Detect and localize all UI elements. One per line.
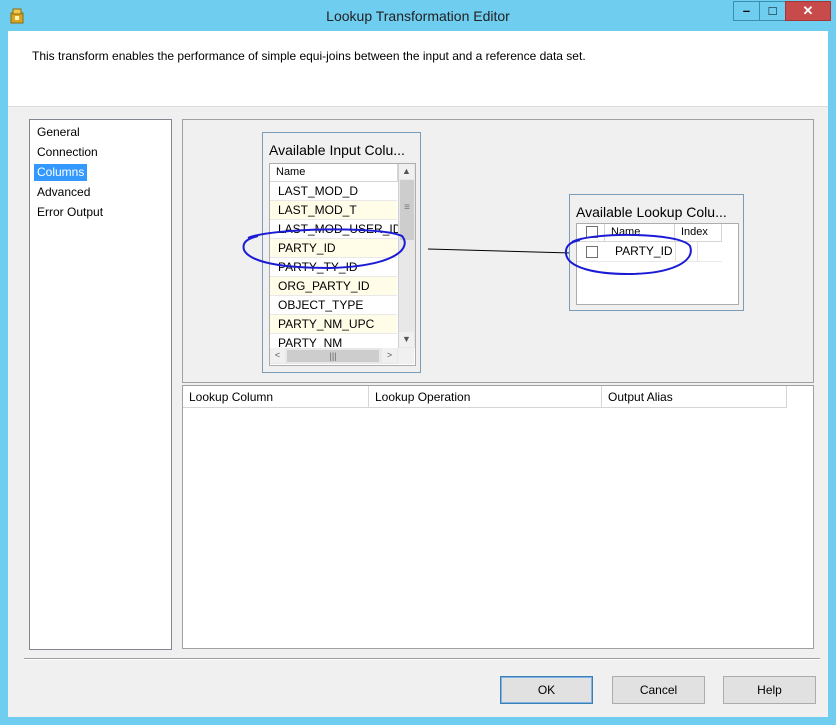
lookup-column-row[interactable]: PARTY_ID: [577, 242, 722, 262]
scroll-left-icon[interactable]: <: [270, 348, 285, 363]
cell-divider: [697, 242, 698, 261]
ok-button[interactable]: OK: [500, 676, 593, 704]
output-alias-header[interactable]: Output Alias: [602, 386, 787, 408]
nav-item-general[interactable]: General: [34, 124, 83, 141]
lookup-columns-list[interactable]: Name Index PARTY_ID: [576, 223, 739, 305]
column-mapping-canvas[interactable]: Available Input Colu... Name LAST_MOD_D …: [182, 119, 814, 383]
nav-item-error-output[interactable]: Error Output: [34, 204, 106, 221]
name-column-header[interactable]: Name: [270, 164, 398, 181]
hscroll-thumb[interactable]: |||: [287, 350, 379, 362]
lookup-column-header[interactable]: Lookup Column: [183, 386, 369, 408]
page-navigation: General Connection Columns Advanced Erro…: [29, 119, 172, 650]
input-column-row[interactable]: ORG_PARTY_ID: [270, 277, 397, 296]
input-column-row[interactable]: PARTY_NM: [270, 334, 397, 348]
lookup-operation-header[interactable]: Lookup Operation: [369, 386, 602, 408]
input-rows: LAST_MOD_D LAST_MOD_T LAST_MOD_USER_ID P…: [270, 182, 398, 348]
dialog-client-area: This transform enables the performance o…: [8, 31, 828, 717]
close-button[interactable]: ✕: [785, 1, 831, 21]
close-icon: ✕: [802, 3, 814, 18]
cancel-button[interactable]: Cancel: [612, 676, 705, 704]
input-column-row[interactable]: LAST_MOD_D: [270, 182, 397, 201]
scroll-down-icon[interactable]: ▼: [399, 332, 414, 347]
minimize-button[interactable]: –: [733, 1, 760, 21]
help-button[interactable]: Help: [723, 676, 816, 704]
lookup-mapping-grid[interactable]: Lookup Column Lookup Operation Output Al…: [182, 385, 814, 649]
input-column-row[interactable]: OBJECT_TYPE: [270, 296, 397, 315]
input-column-row[interactable]: PARTY_ID: [270, 239, 397, 258]
lookup-index-column-header[interactable]: Index: [675, 224, 722, 241]
scroll-thumb[interactable]: ≡: [400, 180, 414, 240]
input-column-row[interactable]: LAST_MOD_USER_ID: [270, 220, 398, 239]
lookup-name-column-header[interactable]: Name: [605, 224, 675, 241]
lookup-panel-title: Available Lookup Colu...: [576, 204, 727, 220]
available-input-columns-panel[interactable]: Available Input Colu... Name LAST_MOD_D …: [262, 132, 421, 373]
select-all-checkbox[interactable]: [586, 226, 598, 238]
select-all-header: [577, 224, 605, 241]
input-panel-title: Available Input Colu...: [269, 142, 405, 158]
scroll-right-icon[interactable]: >: [382, 348, 397, 363]
input-vertical-scrollbar[interactable]: ▲ ≡ ▼: [398, 164, 415, 348]
input-columns-list[interactable]: Name LAST_MOD_D LAST_MOD_T LAST_MOD_USER…: [269, 163, 416, 366]
cell-divider: [675, 242, 676, 261]
description-text: This transform enables the performance o…: [32, 49, 586, 63]
minimize-icon: –: [742, 3, 751, 18]
party-id-checkbox[interactable]: [586, 246, 598, 258]
input-grid-header: Name: [270, 164, 398, 182]
title-bar: Lookup Transformation Editor – □ ✕: [0, 0, 836, 32]
input-column-row[interactable]: PARTY_NM_UPC: [270, 315, 397, 334]
input-column-row[interactable]: LAST_MOD_T: [270, 201, 397, 220]
nav-item-advanced[interactable]: Advanced: [34, 184, 93, 201]
available-lookup-columns-panel[interactable]: Available Lookup Colu... Name Index PART…: [569, 194, 744, 311]
resize-grip[interactable]: [398, 348, 414, 364]
maximize-button[interactable]: □: [759, 1, 786, 21]
grip-icon: ≡: [404, 202, 410, 213]
input-horizontal-scrollbar[interactable]: < ||| >: [270, 348, 398, 364]
input-column-row[interactable]: PARTY_TY_ID: [270, 258, 397, 277]
lookup-column-name: PARTY_ID: [615, 244, 673, 258]
button-separator: [24, 658, 820, 660]
lookup-grid-header: Name Index: [577, 224, 722, 242]
description-banner: This transform enables the performance o…: [8, 31, 828, 107]
nav-item-columns[interactable]: Columns: [34, 164, 88, 181]
nav-item-connection[interactable]: Connection: [34, 144, 101, 161]
scroll-up-icon[interactable]: ▲: [399, 164, 414, 179]
join-line: [428, 248, 571, 254]
maximize-icon: □: [768, 3, 777, 18]
window-title: Lookup Transformation Editor: [326, 8, 510, 24]
